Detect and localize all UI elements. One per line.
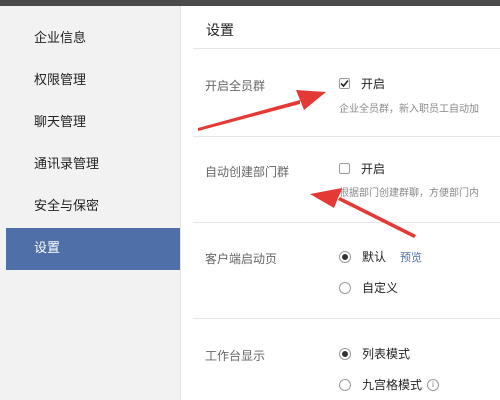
- radio-selected-icon[interactable]: [339, 347, 351, 360]
- divider: [193, 136, 500, 137]
- page-title: 设置: [206, 23, 234, 39]
- all-staff-group-option-label: 开启: [361, 77, 386, 91]
- dept-group-checkbox[interactable]: [339, 163, 350, 174]
- checkmark-icon: [340, 79, 349, 88]
- client-startup-default-label: 默认: [362, 250, 387, 264]
- all-staff-group-description: 企业全员群，新入职员工自动加: [339, 104, 479, 115]
- dept-group-option-label: 开启: [361, 162, 386, 176]
- all-staff-group-option[interactable]: 开启: [339, 75, 385, 92]
- sidebar-item-chat-management[interactable]: 聊天管理: [6, 102, 180, 144]
- divider: [193, 48, 500, 49]
- all-staff-group-checkbox[interactable]: [339, 78, 350, 89]
- all-staff-group-label: 开启全员群: [205, 79, 266, 93]
- sidebar-item-settings[interactable]: 设置: [6, 228, 180, 270]
- workbench-option-grid[interactable]: 九宫格模式 i: [339, 376, 440, 393]
- dept-group-label: 自动创建部门群: [205, 165, 290, 179]
- preview-link[interactable]: 预览: [400, 249, 422, 265]
- radio-selected-icon[interactable]: [339, 250, 351, 263]
- sidebar-item-permissions[interactable]: 权限管理: [6, 60, 180, 102]
- sidebar-item-contacts-management[interactable]: 通讯录管理: [6, 144, 180, 186]
- info-icon[interactable]: i: [427, 378, 440, 391]
- client-startup-label: 客户端启动页: [205, 252, 278, 266]
- client-startup-option-custom[interactable]: 自定义: [339, 279, 398, 296]
- sidebar: 企业信息 权限管理 聊天管理 通讯录管理 安全与保密 设置: [0, 6, 181, 400]
- workbench-list-label: 列表模式: [362, 347, 411, 361]
- radio-unselected-icon[interactable]: [339, 378, 351, 391]
- sidebar-item-security[interactable]: 安全与保密: [6, 186, 180, 228]
- dept-group-option[interactable]: 开启: [339, 160, 385, 177]
- workbench-grid-label: 九宫格模式: [362, 378, 423, 392]
- radio-unselected-icon[interactable]: [339, 281, 351, 294]
- client-startup-custom-label: 自定义: [362, 281, 399, 295]
- workbench-display-label: 工作台显示: [205, 349, 266, 363]
- dept-group-description: 根据部门创建群聊，方便部门内: [339, 188, 479, 199]
- divider: [193, 222, 500, 223]
- workbench-option-list[interactable]: 列表模式: [339, 345, 410, 362]
- sidebar-item-company-info[interactable]: 企业信息: [6, 18, 180, 60]
- client-startup-option-default[interactable]: 默认 预览: [339, 248, 422, 265]
- divider: [193, 318, 500, 319]
- settings-panel: 设置 开启全员群 开启 企业全员群，新入职员工自动加 自动创建部门群 开启 根据…: [181, 6, 500, 400]
